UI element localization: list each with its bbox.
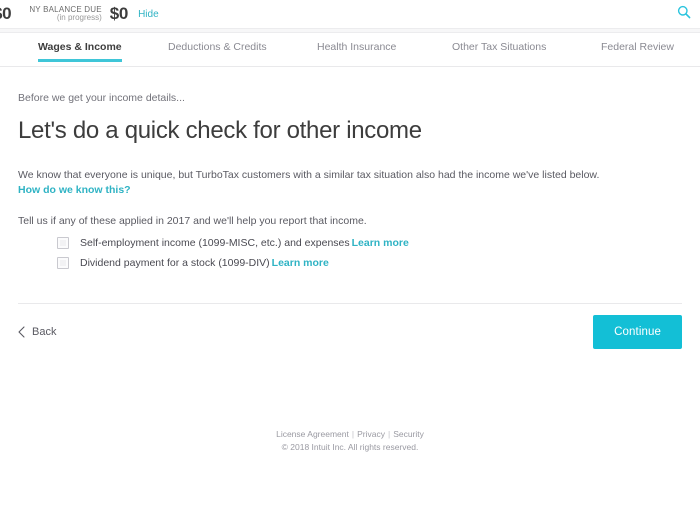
back-label: Back xyxy=(32,325,57,338)
page-footer: License Agreement | Privacy | Security © 201… xyxy=(0,428,700,454)
top-header-bar: $0 NY BALANCE DUE (in progress) $0 Hide xyxy=(0,0,700,28)
copyright-text: © 2018 Intuit Inc. All rights reserved. xyxy=(281,441,419,452)
how-do-we-know-this-link[interactable]: How do we know this? xyxy=(18,184,131,196)
tab-deductions-credits[interactable]: Deductions & Credits xyxy=(168,41,267,62)
footer-separator: | xyxy=(351,429,355,439)
tab-health-insurance[interactable]: Health Insurance xyxy=(317,41,396,62)
page-title: Let's do a quick check for other income xyxy=(18,117,422,144)
option-label-dividend: Dividend payment for a stock (1099-DIV) L… xyxy=(80,257,329,269)
security-link[interactable]: Security xyxy=(393,429,424,439)
tab-label: Health Insurance xyxy=(317,41,397,53)
state-balance-block: NY BALANCE DUE (in progress) xyxy=(29,5,102,23)
action-row: Back Continue xyxy=(18,304,682,360)
back-button[interactable]: Back xyxy=(18,326,56,338)
option-label-self-employment: Self-employment income (1099-MISC, etc.)… xyxy=(80,237,409,249)
footer-separator: | xyxy=(387,429,391,439)
tab-other-tax-situations[interactable]: Other Tax Situations xyxy=(452,41,546,62)
tab-wages-income[interactable]: Wages & Income xyxy=(38,41,122,62)
option-row-self-employment[interactable]: Self-employment income (1099-MISC, etc.)… xyxy=(57,236,682,249)
checkbox-self-employment[interactable] xyxy=(57,236,69,249)
learn-more-link-self-employment[interactable]: Learn more xyxy=(352,237,409,249)
main-content: Before we get your income details... Let… xyxy=(0,92,700,269)
hide-link[interactable]: Hide xyxy=(138,9,159,20)
tab-label: Other Tax Situations xyxy=(452,41,547,53)
state-balance-amount: $0 xyxy=(109,4,129,23)
state-balance-status: (in progress) xyxy=(56,13,102,22)
checkbox-dividend[interactable] xyxy=(57,256,69,269)
option-text: Dividend payment for a stock (1099-DIV) xyxy=(80,256,270,269)
chevron-left-icon xyxy=(18,326,25,338)
tab-label: Federal Review xyxy=(601,41,674,53)
eyebrow-text: Before we get your income details... xyxy=(18,92,185,104)
main-tab-nav: Wages & Income Deductions & Credits Heal… xyxy=(0,33,700,67)
continue-button[interactable]: Continue xyxy=(593,314,682,349)
footer-links: License Agreement | Privacy | Security xyxy=(0,428,700,441)
tab-label: Deductions & Credits xyxy=(168,41,267,53)
intro-paragraph: We know that everyone is unique, but Tur… xyxy=(18,168,682,198)
intro-text: We know that everyone is unique, but Tur… xyxy=(18,169,600,181)
instruction-text: Tell us if any of these applied in 2017 … xyxy=(18,214,367,227)
tab-label: Wages & Income xyxy=(38,41,122,53)
federal-refund-amount: $0 xyxy=(0,4,12,23)
privacy-link[interactable]: Privacy xyxy=(357,429,385,439)
option-row-dividend[interactable]: Dividend payment for a stock (1099-DIV) L… xyxy=(57,256,682,269)
income-options-list: Self-employment income (1099-MISC, etc.)… xyxy=(18,236,682,269)
option-text: Self-employment income (1099-MISC, etc.)… xyxy=(80,236,350,249)
learn-more-link-dividend[interactable]: Learn more xyxy=(272,257,329,269)
search-button[interactable] xyxy=(674,4,694,24)
tab-federal-review[interactable]: Federal Review xyxy=(601,41,674,62)
search-icon xyxy=(677,5,691,24)
license-agreement-link[interactable]: License Agreement xyxy=(276,429,349,439)
refund-summary: $0 NY BALANCE DUE (in progress) $0 Hide xyxy=(0,0,159,28)
